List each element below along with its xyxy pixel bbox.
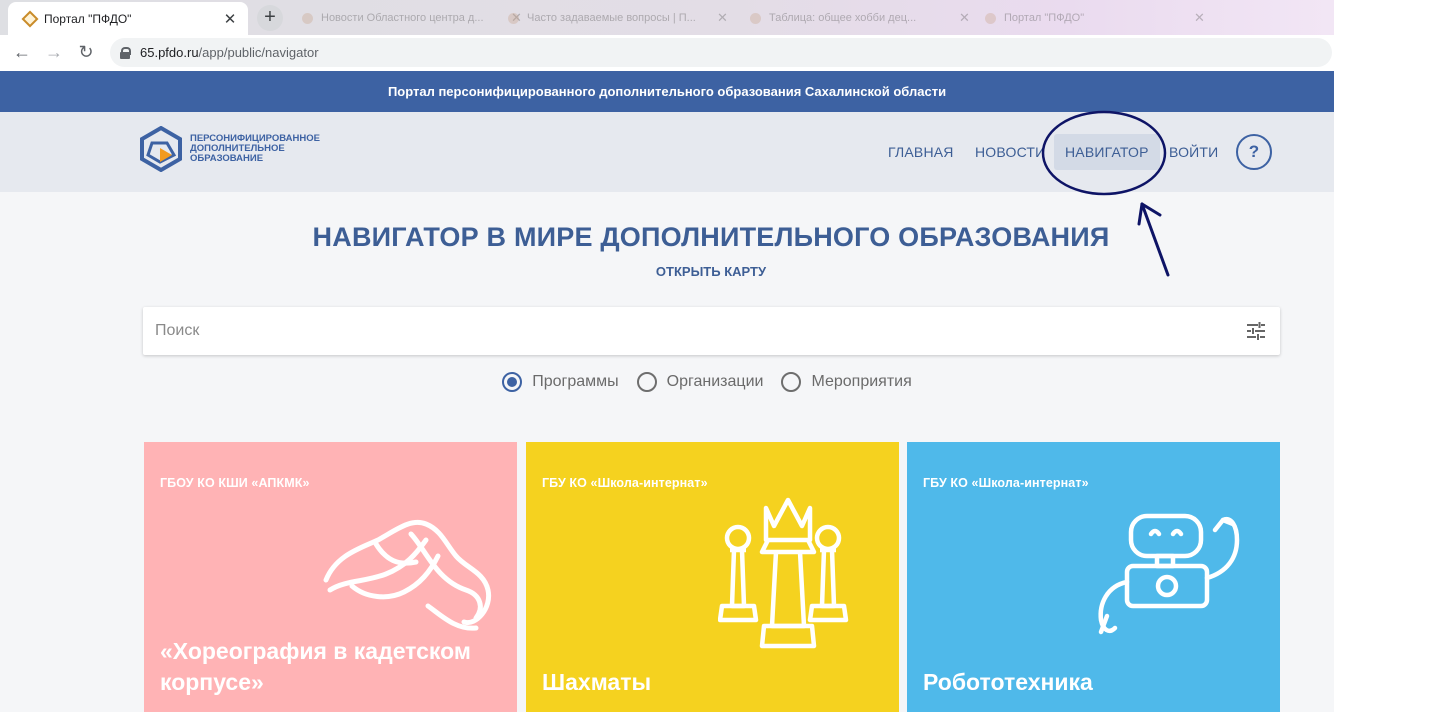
background-tab-title: Портал "ПФДО" [1004,12,1085,24]
tab-favicon-icon [985,12,996,24]
browser-window: Портал "ПФДО" ✕ + Новости Областного цен… [0,0,1334,712]
open-map-link[interactable]: ОТКРЫТЬ КАРТУ [0,264,1334,279]
site-banner: Портал персонифицированного дополнительн… [0,71,1334,112]
tab-favicon-icon [750,12,761,24]
site-favicon-icon [21,10,39,27]
background-tab-title: Таблица: общее хобби дец... [769,12,917,24]
program-card[interactable]: ГБОУ КО КШИ «АПКМК» «Хореография в кадет… [144,442,517,712]
card-title: Шахматы [542,669,652,695]
reload-icon[interactable]: ↻ [70,42,102,63]
page-title: НАВИГАТОР В МИРЕ ДОПОЛНИТЕЛЬНОГО ОБРАЗОВ… [312,222,1110,252]
radio-organizations[interactable]: Организации [636,372,764,392]
robot-icon [1098,513,1240,635]
radio-checked-icon[interactable] [502,372,523,392]
radio-programs[interactable]: Программы [502,372,619,392]
program-card[interactable]: ГБУ КО «Школа-интернат» Робототехника [907,442,1280,712]
url-host: 65.pfdo.ru [140,45,199,60]
address-bar[interactable]: 65.pfdo.ru/app/public/navigator [110,38,1332,67]
card-title: «Хореография в кадетском корпусе» [160,638,471,695]
tab-close-icon[interactable]: ✕ [959,10,970,26]
browser-toolbar: ← → ↻ 65.pfdo.ru/app/public/navigator [0,35,1334,70]
background-tab-title: Часто задаваемые вопросы | П... [527,12,696,24]
background-tab[interactable]: Портал "ПФДО" ✕ [975,4,1215,32]
tab-title: Портал "ПФДО" [44,11,132,26]
new-tab-button[interactable]: + [257,5,283,31]
search-box [143,307,1280,355]
logo-line: ОБРАЗОВАНИЕ [190,153,264,164]
search-input[interactable] [143,307,1223,355]
tab-favicon-icon [302,12,313,24]
tab-close-icon[interactable]: ✕ [222,10,238,28]
pointe-shoes-icon [323,520,492,631]
url-path: /app/public/navigator [198,45,319,60]
background-tab[interactable]: Часто задаваемые вопросы | П... ✕ [498,4,738,32]
radio-events[interactable]: Мероприятия [781,372,912,392]
nav-item-news[interactable]: НОВОСТИ [975,144,1045,160]
tab-favicon-icon [508,12,519,24]
radio-label: Мероприятия [811,373,912,390]
help-button[interactable]: ? [1236,134,1272,170]
radio-label: Организации [666,373,764,390]
card-organization: ГБУ КО «Школа-интернат» [542,476,708,490]
tab-close-icon[interactable]: ✕ [717,10,728,26]
chess-pieces-icon [718,497,849,649]
radio-unchecked-icon[interactable] [781,372,802,392]
background-tab[interactable]: Таблица: общее хобби дец... ✕ [740,4,980,32]
nav-item-home[interactable]: ГЛАВНАЯ [888,144,954,160]
card-organization: ГБОУ КО КШИ «АПКМК» [160,476,310,490]
background-tab[interactable]: Новости Областного центра д... ✕ [292,4,532,32]
card-title: Робототехника [923,669,1093,695]
nav-item-home-wrap: ГЛАВНАЯ [888,112,954,192]
tab-close-icon[interactable]: ✕ [1194,10,1205,26]
radio-unchecked-icon[interactable] [636,372,657,392]
background-tab-title: Новости Областного центра д... [321,12,484,24]
tab-active[interactable]: Портал "ПФДО" ✕ [8,2,248,35]
program-card[interactable]: ГБУ КО «Школа-интернат» Шахматы [526,442,899,712]
search-type-radio-group: Программы Организации Мероприятия [0,372,1334,392]
filter-settings-icon[interactable] [1246,321,1266,341]
back-arrow-icon[interactable]: ← [6,42,38,63]
forward-arrow-icon[interactable]: → [38,42,70,63]
site-header: ПЕРСОНИФИЦИРОВАННОЕ ДОПОЛНИТЕЛЬНОЕ ОБРАЗ… [0,112,1334,192]
logo-text: ПЕРСОНИФИЦИРОВАННОЕ ДОПОЛНИТЕЛЬНОЕ ОБРАЗ… [190,134,340,164]
site-logo[interactable]: ПЕРСОНИФИЦИРОВАННОЕ ДОПОЛНИТЕЛЬНОЕ ОБРАЗ… [138,126,340,172]
nav-item-navigator[interactable]: НАВИГАТОР [1054,134,1160,170]
nav-item-news-wrap: НОВОСТИ [975,112,1045,192]
nav-item-login-wrap: ВОЙТИ [1169,112,1218,192]
nav-item-navigator-wrap: НАВИГАТОР [1054,112,1160,192]
nav-item-login[interactable]: ВОЙТИ [1169,144,1218,160]
radio-label: Программы [532,373,619,390]
main-content: НАВИГАТОР В МИРЕ ДОПОЛНИТЕЛЬНОГО ОБРАЗОВ… [0,192,1334,712]
lock-icon[interactable] [120,46,131,59]
logo-hexagon-icon [140,126,182,172]
card-organization: ГБУ КО «Школа-интернат» [923,476,1089,490]
tab-strip: Портал "ПФДО" ✕ + Новости Областного цен… [0,0,1334,35]
